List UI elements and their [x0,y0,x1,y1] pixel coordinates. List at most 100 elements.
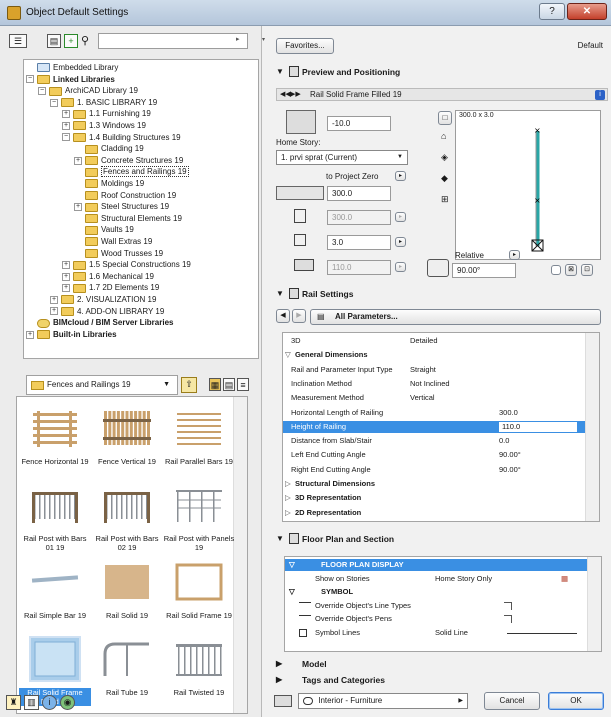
folder-up-icon[interactable]: ⇧ [181,377,197,393]
tree-node[interactable]: − 1.4 Building Structures 19 [62,132,181,143]
expand-triangle-icon[interactable]: ▷ [285,507,291,519]
ok-button[interactable]: OK [548,692,604,710]
tree-node[interactable]: − Linked Libraries [26,74,115,85]
parameter-row[interactable]: Height of Railing 110.0 [283,420,585,433]
parameter-number[interactable]: 90.00° [499,464,521,476]
tree-node[interactable]: +1.6 Mechanical 19 [62,271,154,282]
parameter-number[interactable]: 300.0 [499,407,518,419]
height-field[interactable]: 3.0 [327,235,391,250]
tree-node[interactable]: +2. VISUALIZATION 19 [50,294,156,305]
parameter-row[interactable]: 3D Detailed [283,335,585,347]
tree-node[interactable]: + Steel Structures 19 [74,201,169,212]
web-icon[interactable]: ◉ [60,695,75,710]
home-story-select[interactable]: 1. prvi sprat (Current) ▼ [276,150,408,165]
cancel-button[interactable]: Cancel [484,692,540,710]
parameter-number[interactable]: 0.0 [499,435,509,447]
elevation-field[interactable]: -10.0 [327,116,391,131]
gallery-scrollbar[interactable] [233,397,247,713]
new-object-icon[interactable]: ▥ [24,695,39,710]
next-object-icon[interactable]: ▶▶ [290,90,301,98]
tree-node[interactable]: +1.1 Furnishing 19 [62,108,151,119]
tree-node[interactable]: Roof Construction 19 [74,190,176,201]
mirror-icon[interactable]: ⊠ [565,264,577,276]
parameter-number[interactable]: 110.0 [499,421,577,432]
floor-plan-row[interactable]: Override Object's Pens [285,613,587,625]
help-button[interactable]: ? [539,3,565,20]
tree-node[interactable]: − ArchiCAD Library 19 [38,85,138,96]
search-input[interactable] [98,33,248,49]
floor-plan-scrollbar[interactable] [587,557,601,651]
info-icon[interactable]: i [595,90,605,100]
tree-node[interactable]: Fences and Railings 19 [74,166,189,178]
override-checkbox[interactable] [504,615,512,623]
expand-triangle-icon[interactable]: ▷ [285,492,291,504]
tree-node[interactable]: Embedded Library [26,62,118,73]
collapse-triangle-icon[interactable]: ▽ [285,349,291,361]
parameter-scrollbar[interactable] [585,333,599,521]
prev-page-button[interactable]: ◀ [276,309,290,323]
angle-field[interactable]: 90.00° [452,263,516,278]
floor-plan-row[interactable]: Symbol Lines Solid Line [285,627,587,639]
view-mode-icon[interactable]: ☰ [9,34,27,48]
parameter-row[interactable]: Horizontal Length of Railing 300.0 [283,407,585,419]
floor-plan-row[interactable]: SYMBOL ▽ [285,586,587,598]
width-link-button[interactable]: ▸ [395,212,406,222]
small-icons-view-icon[interactable]: ▤ [223,378,235,391]
tags-header[interactable]: ▶ Tags and Categories [262,672,611,688]
expand-icon[interactable]: + [74,203,82,212]
floor-plan-header[interactable]: ▼ Floor Plan and Section [262,528,611,550]
depth-field[interactable]: 110.0 [327,260,391,275]
collapse-arrow-icon[interactable]: ▾ [262,36,265,43]
search-icon[interactable]: ⚲ [81,34,89,47]
gallery-item[interactable]: Rail Solid Frame 19 [163,559,235,620]
tree-node[interactable]: + Built-in Libraries [26,329,117,340]
story-icon[interactable]: ▦ [561,573,568,585]
plan-view-icon[interactable]: □ [438,111,452,125]
floor-plan-row[interactable]: FLOOR PLAN DISPLAY ▽ [285,559,587,571]
expand-icon[interactable]: + [26,330,34,339]
parameter-row[interactable]: ▷ 2D Representation [283,507,585,519]
library-manager-icon[interactable]: ▤ [47,34,61,48]
expand-icon[interactable]: + [62,121,70,130]
parameter-row[interactable]: Measurement Method Vertical [283,392,585,404]
collapse-triangle-icon[interactable]: ▽ [289,559,295,571]
symbol-lines-checkbox[interactable] [299,628,307,637]
chevron-right-icon[interactable]: ▸ [236,35,240,43]
parameter-number[interactable]: 90.00° [499,449,521,461]
model-header[interactable]: ▶ Model [262,656,611,672]
gallery-item[interactable]: Rail Twisted 19 [163,636,235,697]
favorites-button[interactable]: Favorites... [276,38,334,54]
tree-node[interactable]: +1.5 Special Constructions 19 [62,259,191,270]
tree-node[interactable]: Vaults 19 [74,224,134,235]
offset-field[interactable]: 300.0 [327,186,391,201]
override-checkbox[interactable] [504,601,512,610]
height-link-button[interactable]: ▸ [395,237,406,247]
mirror-checkbox[interactable] [551,265,561,275]
gallery-item[interactable]: Rail Simple Bar 19 [19,559,91,620]
all-parameters-button[interactable]: ▤ All Parameters... [310,309,601,325]
next-page-button[interactable]: ▶ [292,309,306,323]
parameter-row[interactable]: ▷ 3D Representation [283,492,585,504]
collapse-icon[interactable]: − [50,98,58,107]
expand-icon[interactable]: + [62,261,70,270]
layer-select[interactable]: Interior - Furniture ▶ [298,693,468,709]
parameter-row[interactable]: Rail and Parameter Input Type Straight [283,364,585,376]
tree-node[interactable]: Moldings 19 [74,178,144,189]
library-icon[interactable]: ♜ [6,695,21,710]
add-library-icon[interactable]: + [64,34,78,48]
rail-settings-header[interactable]: ▼ Rail Settings [262,283,611,305]
expand-icon[interactable]: + [62,272,70,281]
tree-node[interactable]: +4. ADD-ON LIBRARY 19 [50,306,164,317]
tree-node[interactable]: − 1. BASIC LIBRARY 19 [50,97,157,108]
parameter-row[interactable]: ▽ General Dimensions [283,349,585,361]
expand-icon[interactable]: + [50,295,58,304]
tree-node[interactable]: +1.7 2D Elements 19 [62,282,159,293]
tree-node[interactable]: + Concrete Structures 19 [74,155,183,166]
collapse-icon[interactable]: − [62,133,70,142]
collapse-triangle-icon[interactable]: ▽ [289,586,295,598]
expand-icon[interactable]: + [62,110,70,119]
expand-triangle-icon[interactable]: ▷ [285,478,291,490]
floor-plan-row-value[interactable]: Home Story Only [435,573,492,585]
expand-icon[interactable]: + [50,307,58,316]
gallery-item[interactable]: Rail Post with Bars 01 19 [19,482,91,552]
